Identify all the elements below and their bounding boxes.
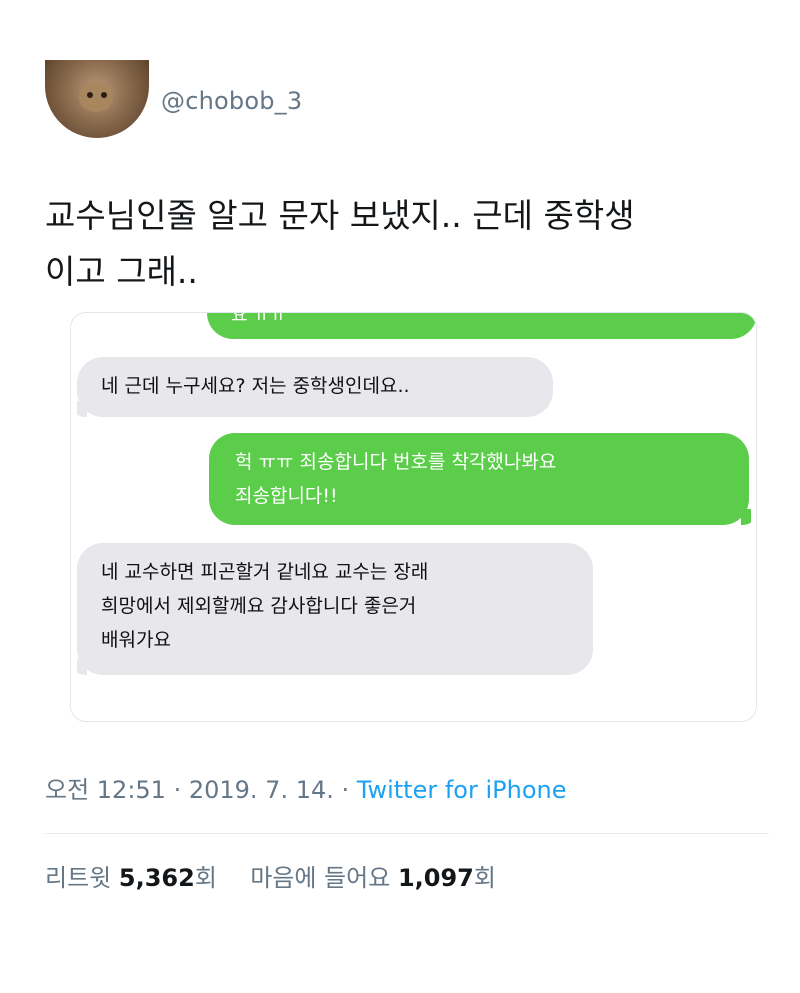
tweet-metadata: 오전 12:51 · 2019. 7. 14. · Twitter for iP… — [45, 770, 566, 805]
tweet-time[interactable]: 오전 12:51 — [45, 776, 166, 804]
message-line: 네 교수하면 피곤할거 같네요 교수는 장래 — [101, 561, 429, 583]
message-line: 죄송합니다!! — [235, 485, 338, 507]
tail-mask — [751, 507, 756, 525]
like-count: 1,097 — [397, 864, 474, 892]
separator-dot: · — [165, 776, 189, 804]
retweets-stat[interactable]: 리트윗 5,362회 — [45, 864, 225, 892]
tweet-date[interactable]: 2019. 7. 14. — [189, 776, 334, 804]
likes-stat[interactable]: 마음에 들어요 1,097회 — [250, 864, 496, 892]
tweet-text-line: 교수님인줄 알고 문자 보냈지.. 근데 중학생 — [45, 196, 635, 235]
message-bubble-incoming: 네 근데 누구세요? 저는 중학생인데요.. — [77, 357, 553, 417]
attached-message-screenshot[interactable]: 요 ㅠㅠ 네 근데 누구세요? 저는 중학생인데요.. 헉 ㅠㅠ 죄송합니다 번… — [70, 312, 757, 722]
retweet-count: 5,362 — [118, 864, 195, 892]
user-handle[interactable]: @chobob_3 — [161, 87, 302, 115]
separator-dot: · — [333, 776, 357, 804]
avatar-right-eye — [101, 92, 107, 98]
tweet-text: 교수님인줄 알고 문자 보냈지.. 근데 중학생 이고 그래.. — [45, 188, 765, 300]
like-label: 마음에 들어요 — [250, 864, 391, 892]
message-bubble-incoming: 네 교수하면 피곤할거 같네요 교수는 장래 희망에서 제외할께요 감사합니다 … — [77, 543, 593, 675]
message-bubble-partial: 요 ㅠㅠ — [207, 312, 756, 339]
tail-mask — [71, 657, 77, 675]
retweet-label: 리트윗 — [45, 864, 112, 892]
message-line: 헉 ㅠㅠ 죄송합니다 번호를 착각했나봐요 — [235, 451, 557, 473]
message-line: 배워가요 — [101, 629, 171, 651]
engagement-stats: 리트윗 5,362회 마음에 들어요 1,097회 — [45, 858, 496, 893]
divider — [45, 833, 769, 834]
like-unit: 회 — [473, 864, 496, 892]
tail-mask — [71, 399, 77, 417]
tweet-text-line: 이고 그래.. — [45, 252, 198, 291]
message-line: 네 근데 누구세요? 저는 중학생인데요.. — [101, 375, 410, 397]
message-partial-text: 요 ㅠㅠ — [231, 312, 287, 326]
message-bubble-outgoing: 헉 ㅠㅠ 죄송합니다 번호를 착각했나봐요 죄송합니다!! — [209, 433, 749, 525]
avatar-face-shape — [79, 82, 113, 112]
message-line: 희망에서 제외할께요 감사합니다 좋은거 — [101, 595, 417, 617]
tweet-source-link[interactable]: Twitter for iPhone — [357, 776, 567, 804]
profile-avatar[interactable] — [45, 60, 149, 138]
retweet-unit: 회 — [194, 864, 217, 892]
avatar-left-eye — [87, 92, 93, 98]
